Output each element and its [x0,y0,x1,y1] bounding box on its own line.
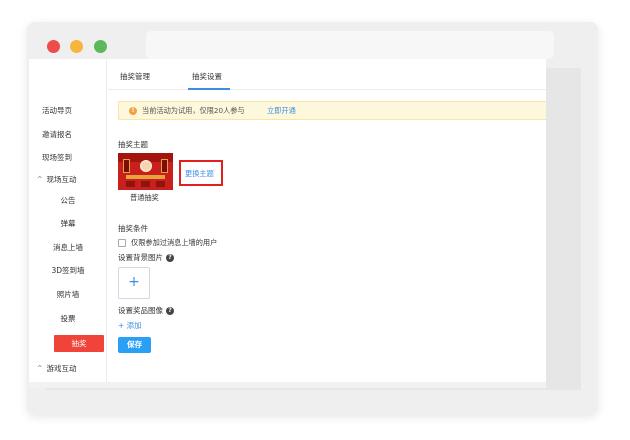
background-upload-box[interactable]: + [118,267,150,299]
theme-name: 普通抽奖 [130,193,159,202]
condition-checkbox[interactable] [118,239,126,247]
active-tab-indicator [188,88,230,90]
thumbnail-card [161,159,168,173]
sidebar-item-onsite-checkin[interactable]: 现场签到 [29,152,107,163]
app-panel: 活动导页 邀请报名 现场签到 ^ 现场互动 公告 弹幕 消息上墙 3D签到墙 照片… [29,59,546,388]
add-prize-image-link[interactable]: + 添加 [118,320,142,331]
bottom-strip [29,382,546,388]
sidebar-item-photo-wall[interactable]: 照片墙 [29,289,107,300]
tab-bar: 抽奖管理 抽奖设置 [108,59,546,90]
thumbnail-bar [126,175,165,179]
background-image-label: 设置背景图片 [118,253,163,262]
notice-text: 当前活动为试用，仅限20人参与 [142,106,245,115]
warning-icon: ! [129,107,137,115]
sidebar-item-activity-guide[interactable]: 活动导页 [29,105,107,116]
prize-image-label-row: 设置奖品图像? [118,305,174,316]
sidebar-item-3d-checkin-wall[interactable]: 3D签到墙 [29,265,107,276]
help-icon[interactable]: ? [166,307,174,315]
sidebar-item-danmaku[interactable]: 弹幕 [29,218,107,229]
activate-now-link[interactable]: 立即开通 [267,106,296,116]
background-image-label-row: 设置背景图片? [118,252,174,263]
theme-label: 抽奖主题 [118,140,148,149]
help-icon[interactable]: ? [166,254,174,262]
thumbnail-block [156,181,165,187]
sidebar: 活动导页 邀请报名 现场签到 ^ 现场互动 公告 弹幕 消息上墙 3D签到墙 照片… [29,59,107,388]
change-theme-label: 更换主题 [185,169,214,178]
trial-notice: ! 当前活动为试用，仅限20人参与 立即开通 [118,101,546,120]
sidebar-item-invite-signup[interactable]: 邀请报名 [29,129,107,140]
sidebar-item-announcement[interactable]: 公告 [29,195,107,206]
minimize-window-icon[interactable] [70,40,83,53]
save-button[interactable]: 保存 [118,337,151,353]
chevron-up-icon: ^ [37,175,43,183]
thumbnail-block [126,181,135,187]
condition-label: 抽奖条件 [118,224,148,233]
sidebar-group-game-interaction[interactable]: ^ 游戏互动 [29,363,107,374]
plus-icon: + [128,274,140,290]
theme-thumbnail[interactable] [118,153,173,190]
thumbnail-block [141,181,150,187]
screenshot-stage: 活动导页 邀请报名 现场签到 ^ 现场互动 公告 弹幕 消息上墙 3D签到墙 照片… [0,0,630,440]
thumbnail-card [123,159,130,173]
sidebar-item-vote[interactable]: 投票 [29,313,107,324]
sidebar-item-lottery[interactable]: 抽奖 [54,335,104,352]
main-content: 抽奖管理 抽奖设置 ! 当前活动为试用，仅限20人参与 立即开通 抽奖主题 普通… [108,59,546,388]
close-window-icon[interactable] [47,40,60,53]
sidebar-item-message-wall[interactable]: 消息上墙 [29,242,107,253]
prize-image-label: 设置奖品图像 [118,306,163,315]
condition-checkbox-label[interactable]: 仅限参加过消息上墙的用户 [131,238,217,248]
chevron-up-icon: ^ [37,364,43,372]
tab-lottery-settings[interactable]: 抽奖设置 [192,71,222,82]
thumbnail-circle [140,160,152,172]
tab-lottery-management[interactable]: 抽奖管理 [120,71,150,82]
sidebar-group-onsite-interaction[interactable]: ^ 现场互动 [29,174,107,185]
change-theme-button[interactable]: 更换主题 [179,160,223,186]
address-bar[interactable] [146,31,554,59]
maximize-window-icon[interactable] [94,40,107,53]
